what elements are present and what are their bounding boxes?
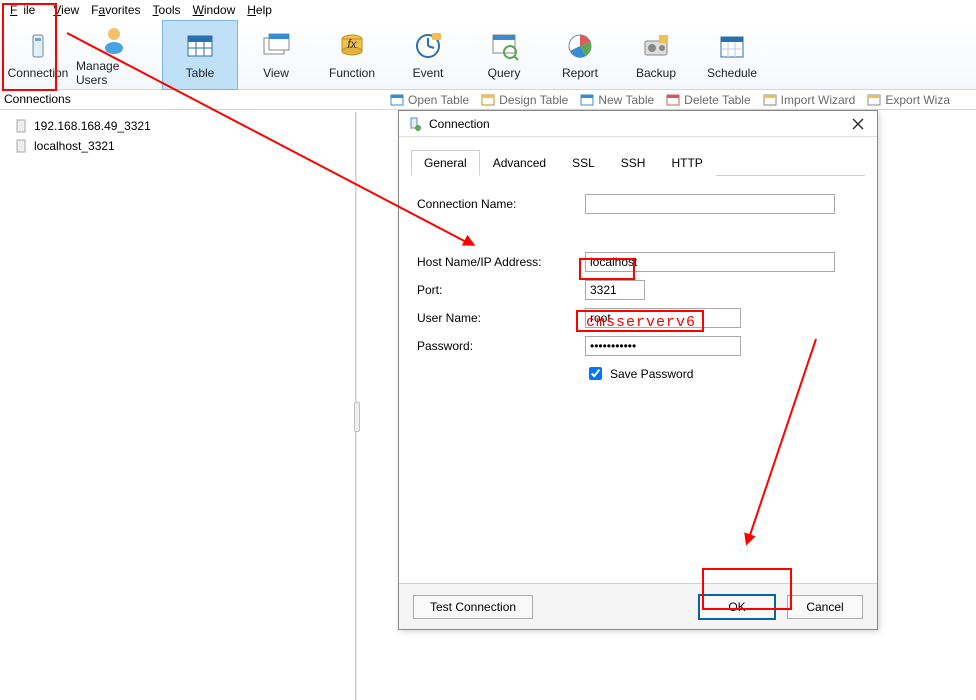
subbtn-delete-table[interactable]: Delete Table <box>666 93 751 107</box>
schedule-icon <box>716 30 748 62</box>
toolbar-report[interactable]: Report <box>542 20 618 90</box>
label-save-password: Save Password <box>610 367 693 381</box>
svg-text:fx: fx <box>347 37 357 51</box>
dialog-titlebar: Connection <box>399 111 877 137</box>
tree-item[interactable]: 192.168.168.49_3321 <box>8 116 347 136</box>
report-icon <box>564 30 596 62</box>
label-connection-name: Connection Name: <box>417 197 585 211</box>
input-password[interactable] <box>585 336 741 356</box>
subbtn-design-table[interactable]: Design Table <box>481 93 568 107</box>
menu-bar: File View Favorites Tools Window Help <box>0 0 976 20</box>
input-port[interactable] <box>585 280 645 300</box>
toolbar-table[interactable]: Table <box>162 20 238 90</box>
function-icon: fx <box>336 30 368 62</box>
input-user[interactable] <box>585 308 741 328</box>
sub-toolbar: Open Table Design Table New Table Delete… <box>0 90 976 110</box>
menu-favorites[interactable]: Favorites <box>85 0 146 20</box>
menu-window[interactable]: Window <box>187 0 242 20</box>
connection-tree: 192.168.168.49_3321 localhost_3321 <box>0 112 355 160</box>
connection-dialog: Connection General Advanced SSL SSH HTTP… <box>398 110 878 630</box>
close-button[interactable] <box>847 113 869 135</box>
tree-item-label: localhost_3321 <box>34 139 115 153</box>
menu-tools[interactable]: Tools <box>147 0 187 20</box>
checkbox-save-password[interactable] <box>589 367 602 380</box>
toolbar-backup[interactable]: Backup <box>618 20 694 90</box>
event-icon <box>412 30 444 62</box>
tab-http[interactable]: HTTP <box>658 150 715 176</box>
label-user: User Name: <box>417 311 585 325</box>
database-icon <box>14 119 28 133</box>
database-icon <box>14 139 28 153</box>
toolbar-query[interactable]: Query <box>466 20 542 90</box>
main-toolbar: Connection Manage Users Table View fx Fu… <box>0 20 976 90</box>
subbtn-new-table[interactable]: New Table <box>580 93 654 107</box>
input-host[interactable] <box>585 252 835 272</box>
query-icon <box>488 30 520 62</box>
tree-item[interactable]: localhost_3321 <box>8 136 347 156</box>
plug-icon <box>407 116 423 132</box>
splitter-handle[interactable] <box>354 402 360 432</box>
tab-ssh[interactable]: SSH <box>608 150 659 176</box>
toolbar-manage-users[interactable]: Manage Users <box>76 20 152 90</box>
user-icon <box>98 23 130 55</box>
menu-view[interactable]: View <box>47 0 85 20</box>
label-port: Port: <box>417 283 585 297</box>
tab-ssl[interactable]: SSL <box>559 150 608 176</box>
toolbar-view[interactable]: View <box>238 20 314 90</box>
cancel-button[interactable]: Cancel <box>787 595 863 619</box>
toolbar-event[interactable]: Event <box>390 20 466 90</box>
tree-item-label: 192.168.168.49_3321 <box>34 119 151 133</box>
subbtn-export-wizard[interactable]: Export Wiza <box>867 93 950 107</box>
toolbar-function[interactable]: fx Function <box>314 20 390 90</box>
ok-button[interactable]: OK <box>699 595 775 619</box>
dialog-button-bar: Test Connection OK Cancel <box>399 583 877 629</box>
dialog-tabs: General Advanced SSL SSH HTTP <box>411 149 865 176</box>
subbtn-open-table[interactable]: Open Table <box>390 93 469 107</box>
menu-help[interactable]: Help <box>241 0 278 20</box>
toolbar-connection[interactable]: Connection <box>0 20 76 90</box>
connections-sidebar: 192.168.168.49_3321 localhost_3321 <box>0 112 356 700</box>
label-password: Password: <box>417 339 585 353</box>
toolbar-schedule[interactable]: Schedule <box>694 20 770 90</box>
subbtn-import-wizard[interactable]: Import Wizard <box>763 93 856 107</box>
table-icon <box>184 30 216 62</box>
close-icon <box>852 118 864 130</box>
backup-icon <box>640 30 672 62</box>
view-icon <box>260 30 292 62</box>
dialog-title: Connection <box>429 117 490 131</box>
label-host: Host Name/IP Address: <box>417 255 585 269</box>
test-connection-button[interactable]: Test Connection <box>413 595 533 619</box>
connections-panel-label: Connections <box>0 90 75 108</box>
tab-advanced[interactable]: Advanced <box>480 150 559 176</box>
dialog-form: Connection Name: Host Name/IP Address: P… <box>399 176 877 397</box>
menu-file[interactable]: File <box>4 0 47 20</box>
tab-general[interactable]: General <box>411 150 480 176</box>
connection-icon <box>22 30 54 62</box>
input-connection-name[interactable] <box>585 194 835 214</box>
